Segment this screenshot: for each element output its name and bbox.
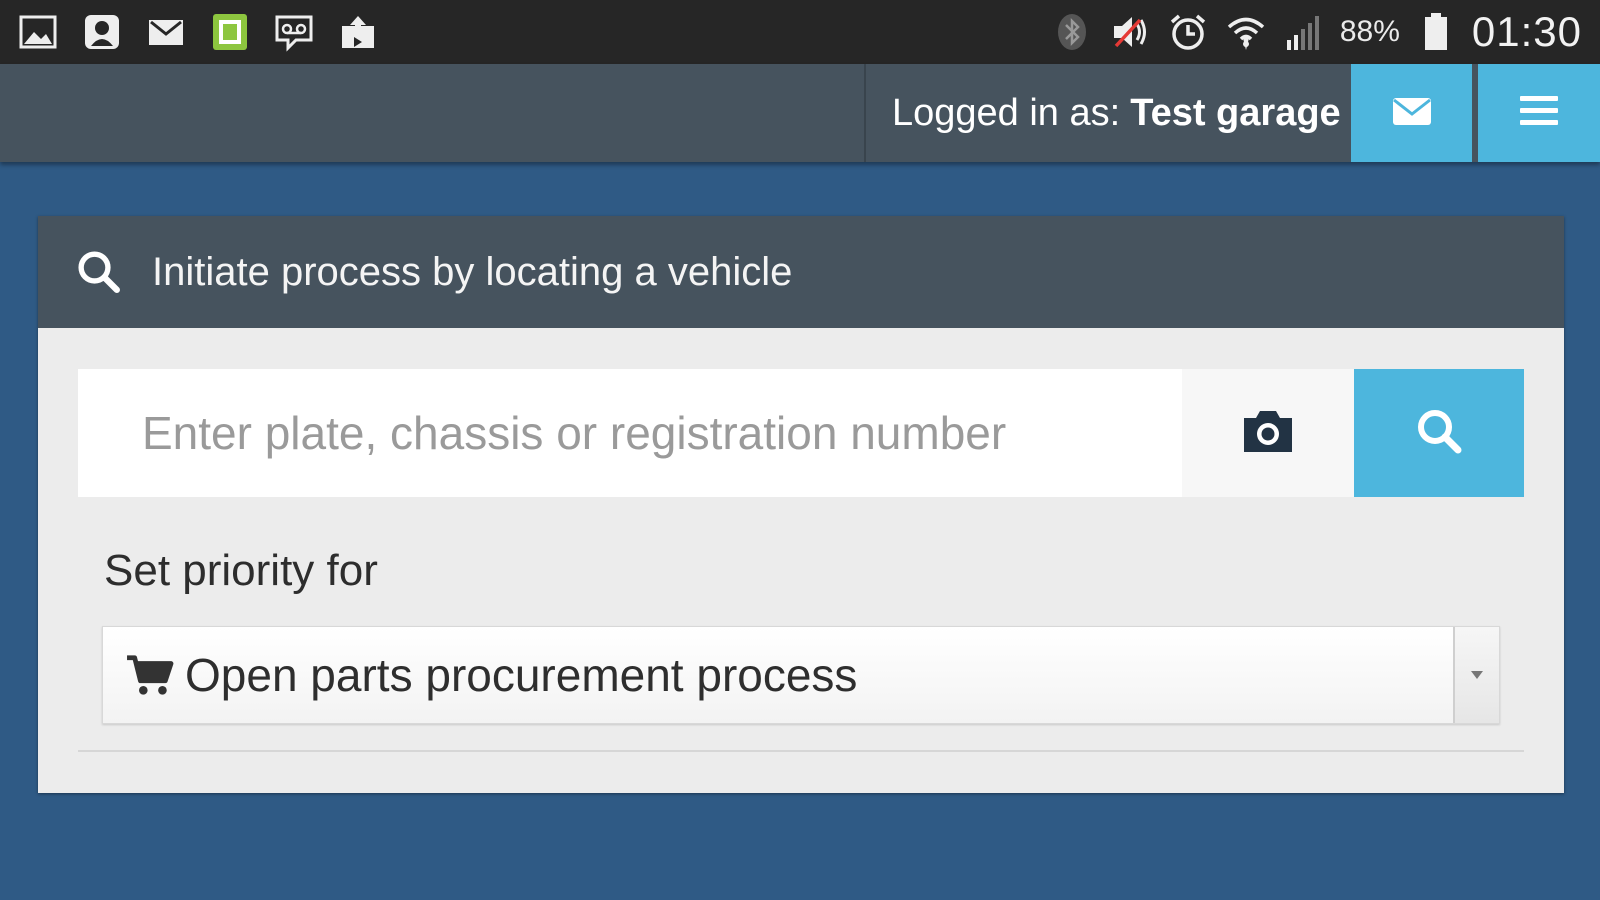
login-prefix: Logged in as: <box>892 91 1121 134</box>
bluetooth-icon <box>1050 10 1094 54</box>
panel-header: Initiate process by locating a vehicle <box>38 216 1564 328</box>
vehicle-search-row <box>78 369 1524 497</box>
navbar-divider <box>864 64 866 162</box>
locate-vehicle-panel: Initiate process by locating a vehicle S… <box>38 216 1564 793</box>
volume-muted-icon <box>1108 10 1152 54</box>
hamburger-menu-icon <box>1517 89 1561 138</box>
priority-label: Set priority for <box>104 546 378 595</box>
priority-select[interactable]: Open parts procurement process <box>102 626 1500 724</box>
camera-scan-button[interactable] <box>1182 369 1354 497</box>
logged-in-status: Logged in as: Test garage <box>892 64 1341 162</box>
gallery-icon <box>16 10 60 54</box>
status-bar: 88% 01:30 <box>0 0 1600 64</box>
chevron-down-icon[interactable] <box>1453 627 1499 723</box>
camera-icon <box>1240 406 1296 461</box>
alarm-icon <box>1166 10 1210 54</box>
panel-title: Initiate process by locating a vehicle <box>152 249 793 294</box>
shopping-cart-icon <box>125 652 177 698</box>
battery-percent: 88% <box>1339 15 1400 48</box>
panel-divider <box>78 750 1524 752</box>
upload-icon <box>336 10 380 54</box>
contacts-app-icon <box>80 10 124 54</box>
clock: 01:30 <box>1471 8 1582 55</box>
signal-icon <box>1282 10 1326 54</box>
system-status-icons: 88% 01:30 <box>1050 8 1600 56</box>
search-icon <box>1413 405 1465 462</box>
notification-icons <box>0 10 380 54</box>
app-navbar: Logged in as: Test garage <box>0 64 1600 162</box>
battery-icon <box>1414 10 1458 54</box>
search-icon <box>74 244 130 300</box>
priority-selected-value: Open parts procurement process <box>185 649 858 701</box>
vehicle-search-input[interactable] <box>78 369 1182 497</box>
messages-button[interactable] <box>1351 64 1472 162</box>
wifi-icon <box>1224 10 1268 54</box>
envelope-icon <box>1390 89 1434 138</box>
voicemail-icon <box>272 10 316 54</box>
gmail-icon <box>144 10 188 54</box>
green-app-icon <box>208 10 252 54</box>
search-button[interactable] <box>1354 369 1524 497</box>
menu-button[interactable] <box>1478 64 1600 162</box>
login-username: Test garage <box>1130 91 1341 134</box>
